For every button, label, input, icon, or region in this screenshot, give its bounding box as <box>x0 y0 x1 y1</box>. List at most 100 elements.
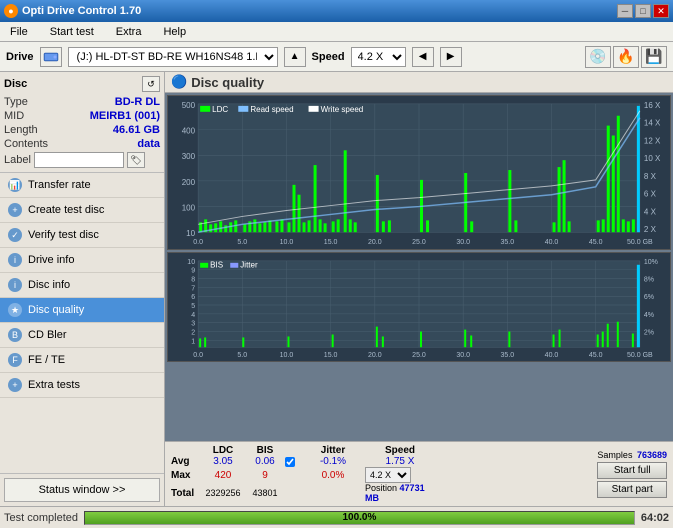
disc-refresh-button[interactable]: ↺ <box>142 76 160 92</box>
speed-decrease-button[interactable]: ◀ <box>412 47 434 67</box>
menu-extra[interactable]: Extra <box>110 24 148 40</box>
svg-text:35.0: 35.0 <box>501 239 515 246</box>
svg-text:8%: 8% <box>644 277 654 284</box>
svg-text:8: 8 <box>191 277 195 284</box>
burn-icon-button[interactable]: 🔥 <box>613 46 639 68</box>
svg-text:25.0: 25.0 <box>412 239 426 246</box>
disc-length-label: Length <box>4 124 38 136</box>
svg-text:4%: 4% <box>644 312 654 319</box>
status-time: 64:02 <box>641 512 669 524</box>
nav-fe-te[interactable]: F FE / TE <box>0 348 164 373</box>
nav-extra-tests[interactable]: + Extra tests <box>0 373 164 398</box>
nav-disc-info[interactable]: i Disc info <box>0 273 164 298</box>
status-bar: Test completed 100.0% 64:02 <box>0 506 673 528</box>
menu-file[interactable]: File <box>4 24 34 40</box>
panel-icon: 🔵 <box>171 74 187 90</box>
max-jitter: 0.0% <box>303 470 363 481</box>
verify-test-disc-icon: ✓ <box>8 228 22 242</box>
nav-extra-tests-label: Extra tests <box>28 379 80 391</box>
avg-ldc: 3.05 <box>201 456 245 467</box>
transfer-rate-icon: 📊 <box>8 178 22 192</box>
disc-icon-button[interactable]: 💿 <box>585 46 611 68</box>
menu-help[interactable]: Help <box>157 24 192 40</box>
svg-text:4: 4 <box>191 312 195 319</box>
avg-bis: 0.06 <box>247 456 283 467</box>
stats-header-speed: Speed <box>365 445 435 456</box>
eject-button[interactable]: ▲ <box>284 47 306 67</box>
svg-text:10: 10 <box>186 229 196 238</box>
disc-label-input[interactable] <box>34 152 124 168</box>
title-bar-left: ● Opti Drive Control 1.70 <box>4 4 141 18</box>
start-part-button[interactable]: Start part <box>597 481 667 498</box>
samples-val: 763689 <box>637 450 667 460</box>
close-button[interactable]: ✕ <box>653 4 669 18</box>
stats-header-ldc: LDC <box>201 445 245 456</box>
sidebar: Disc ↺ Type BD-R DL MID MEIRB1 (001) Len… <box>0 72 165 506</box>
disc-label-label: Label <box>4 154 31 166</box>
max-bis: 9 <box>247 470 283 481</box>
speed-combo-select[interactable]: 4.2 X <box>365 467 411 483</box>
top-chart: 500 400 300 200 100 10 16 X 14 X 12 X 10… <box>167 95 671 250</box>
svg-text:8 X: 8 X <box>644 172 657 181</box>
minimize-button[interactable]: ─ <box>617 4 633 18</box>
nav-cd-bler[interactable]: B CD Bler <box>0 323 164 348</box>
status-window-label: Status window >> <box>39 484 126 496</box>
svg-text:300: 300 <box>182 152 196 161</box>
svg-text:35.0: 35.0 <box>501 352 515 359</box>
progress-bar: 100.0% <box>84 511 635 525</box>
samples-row: Samples 763689 <box>597 450 667 460</box>
cd-bler-icon: B <box>8 328 22 342</box>
svg-text:40.0: 40.0 <box>545 352 559 359</box>
nav-verify-test-disc[interactable]: ✓ Verify test disc <box>0 223 164 248</box>
nav-drive-info[interactable]: i Drive info <box>0 248 164 273</box>
drive-select[interactable]: (J:) HL-DT-ST BD-RE WH16NS48 1.D3 <box>68 47 278 67</box>
svg-text:30.0: 30.0 <box>456 239 470 246</box>
disc-type-row: Type BD-R DL <box>4 96 160 108</box>
nav-transfer-rate[interactable]: 📊 Transfer rate <box>0 173 164 198</box>
svg-text:12 X: 12 X <box>644 136 661 145</box>
nav-disc-quality[interactable]: ★ Disc quality <box>0 298 164 323</box>
speed-increase-button[interactable]: ▶ <box>440 47 462 67</box>
svg-text:10.0: 10.0 <box>280 239 294 246</box>
disc-label-icon-button[interactable]: 🏷 <box>127 152 145 168</box>
svg-text:Read speed: Read speed <box>250 105 293 114</box>
svg-text:Jitter: Jitter <box>240 261 258 270</box>
nav-disc-info-label: Disc info <box>28 279 70 291</box>
svg-text:16 X: 16 X <box>644 101 661 110</box>
disc-info-icon: i <box>8 278 22 292</box>
svg-text:50.0 GB: 50.0 GB <box>627 352 653 359</box>
main-layout: Disc ↺ Type BD-R DL MID MEIRB1 (001) Len… <box>0 72 673 506</box>
disc-length-row: Length 46.61 GB <box>4 124 160 136</box>
svg-text:6: 6 <box>191 294 195 301</box>
chart-area: 500 400 300 200 100 10 16 X 14 X 12 X 10… <box>165 93 673 441</box>
svg-text:2 X: 2 X <box>644 225 657 234</box>
svg-text:25.0: 25.0 <box>412 352 426 359</box>
menu-start-test[interactable]: Start test <box>44 24 100 40</box>
status-text: Test completed <box>4 512 78 524</box>
fe-te-icon: F <box>8 353 22 367</box>
nav-drive-info-label: Drive info <box>28 254 74 266</box>
right-stats: Samples 763689 Start full Start part <box>597 450 667 498</box>
max-ldc: 420 <box>201 470 245 481</box>
disc-type-value: BD-R DL <box>115 96 160 108</box>
svg-text:15.0: 15.0 <box>324 352 338 359</box>
position-label: Position <box>365 483 397 493</box>
svg-text:45.0: 45.0 <box>589 239 603 246</box>
svg-text:Write speed: Write speed <box>321 105 364 114</box>
jitter-checkbox[interactable] <box>285 457 301 467</box>
nav-create-test-disc[interactable]: + Create test disc <box>0 198 164 223</box>
svg-text:14 X: 14 X <box>644 119 661 128</box>
svg-text:6 X: 6 X <box>644 190 657 199</box>
speed-select[interactable]: 4.2 X <box>351 47 406 67</box>
save-icon-button[interactable]: 💾 <box>641 46 667 68</box>
start-full-button[interactable]: Start full <box>597 462 667 479</box>
total-label: Total <box>171 488 199 499</box>
menu-bar: File Start test Extra Help <box>0 22 673 42</box>
stats-bar: LDC BIS Jitter Speed Avg 3.05 0.06 -0.1%… <box>165 441 673 506</box>
svg-text:2: 2 <box>191 330 195 337</box>
extra-tests-icon: + <box>8 378 22 392</box>
status-window-button[interactable]: Status window >> <box>4 478 160 502</box>
svg-text:500: 500 <box>182 101 196 110</box>
nav-verify-test-disc-label: Verify test disc <box>28 229 99 241</box>
maximize-button[interactable]: □ <box>635 4 651 18</box>
